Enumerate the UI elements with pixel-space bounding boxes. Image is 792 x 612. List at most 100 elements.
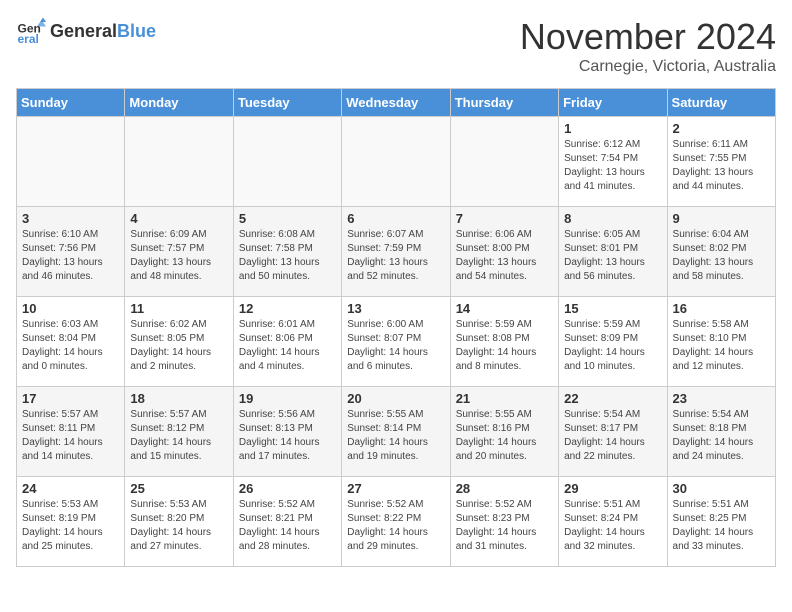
day-info: Sunrise: 6:03 AM Sunset: 8:04 PM Dayligh… — [22, 318, 119, 374]
day-info: Sunrise: 6:07 AM Sunset: 7:59 PM Dayligh… — [347, 228, 444, 284]
day-info: Sunrise: 5:57 AM Sunset: 8:11 PM Dayligh… — [22, 408, 119, 464]
day-number: 12 — [239, 301, 336, 316]
calendar-cell: 27 Sunrise: 5:52 AM Sunset: 8:22 PM Dayli… — [342, 477, 450, 567]
calendar-cell: 9 Sunrise: 6:04 AM Sunset: 8:02 PM Daylig… — [667, 207, 775, 297]
day-number: 29 — [564, 481, 661, 496]
day-info: Sunrise: 5:59 AM Sunset: 8:09 PM Dayligh… — [564, 318, 661, 374]
calendar-cell: 14 Sunrise: 5:59 AM Sunset: 8:08 PM Dayli… — [450, 297, 558, 387]
day-number: 8 — [564, 211, 661, 226]
calendar-cell: 10 Sunrise: 6:03 AM Sunset: 8:04 PM Dayli… — [17, 297, 125, 387]
day-info: Sunrise: 6:11 AM Sunset: 7:55 PM Dayligh… — [673, 138, 770, 194]
day-number: 27 — [347, 481, 444, 496]
day-info: Sunrise: 5:52 AM Sunset: 8:22 PM Dayligh… — [347, 498, 444, 554]
day-number: 2 — [673, 121, 770, 136]
day-info: Sunrise: 5:51 AM Sunset: 8:25 PM Dayligh… — [673, 498, 770, 554]
day-info: Sunrise: 5:53 AM Sunset: 8:20 PM Dayligh… — [130, 498, 227, 554]
day-header-monday: Monday — [125, 89, 233, 117]
day-number: 17 — [22, 391, 119, 406]
day-info: Sunrise: 6:05 AM Sunset: 8:01 PM Dayligh… — [564, 228, 661, 284]
day-number: 22 — [564, 391, 661, 406]
week-row-5: 24 Sunrise: 5:53 AM Sunset: 8:19 PM Dayli… — [17, 477, 776, 567]
title-area: November 2024 Carnegie, Victoria, Austra… — [520, 16, 776, 76]
day-number: 14 — [456, 301, 553, 316]
calendar-cell: 1Sunrise: 6:12 AM Sunset: 7:54 PM Daylig… — [559, 117, 667, 207]
day-info: Sunrise: 6:12 AM Sunset: 7:54 PM Dayligh… — [564, 138, 661, 194]
day-info: Sunrise: 6:00 AM Sunset: 8:07 PM Dayligh… — [347, 318, 444, 374]
logo: Gen eral GeneralBlue — [16, 16, 156, 46]
calendar-cell: 22 Sunrise: 5:54 AM Sunset: 8:17 PM Dayli… — [559, 387, 667, 477]
day-info: Sunrise: 6:04 AM Sunset: 8:02 PM Dayligh… — [673, 228, 770, 284]
calendar-cell: 2 Sunrise: 6:11 AM Sunset: 7:55 PM Daylig… — [667, 117, 775, 207]
day-number: 24 — [22, 481, 119, 496]
calendar-cell: 18 Sunrise: 5:57 AM Sunset: 8:12 PM Dayli… — [125, 387, 233, 477]
day-info: Sunrise: 5:54 AM Sunset: 8:17 PM Dayligh… — [564, 408, 661, 464]
day-info: Sunrise: 5:52 AM Sunset: 8:23 PM Dayligh… — [456, 498, 553, 554]
calendar-cell: 30 Sunrise: 5:51 AM Sunset: 8:25 PM Dayli… — [667, 477, 775, 567]
calendar-cell: 15 Sunrise: 5:59 AM Sunset: 8:09 PM Dayli… — [559, 297, 667, 387]
day-info: Sunrise: 5:52 AM Sunset: 8:21 PM Dayligh… — [239, 498, 336, 554]
day-info: Sunrise: 5:57 AM Sunset: 8:12 PM Dayligh… — [130, 408, 227, 464]
day-number: 19 — [239, 391, 336, 406]
calendar-cell — [233, 117, 341, 207]
day-info: Sunrise: 5:56 AM Sunset: 8:13 PM Dayligh… — [239, 408, 336, 464]
week-row-3: 10 Sunrise: 6:03 AM Sunset: 8:04 PM Dayli… — [17, 297, 776, 387]
logo-text-blue: Blue — [117, 21, 156, 41]
day-info: Sunrise: 5:53 AM Sunset: 8:19 PM Dayligh… — [22, 498, 119, 554]
day-info: Sunrise: 6:02 AM Sunset: 8:05 PM Dayligh… — [130, 318, 227, 374]
calendar-cell — [342, 117, 450, 207]
day-info: Sunrise: 5:55 AM Sunset: 8:14 PM Dayligh… — [347, 408, 444, 464]
day-header-sunday: Sunday — [17, 89, 125, 117]
calendar-cell: 4Sunrise: 6:09 AM Sunset: 7:57 PM Daylig… — [125, 207, 233, 297]
day-number: 20 — [347, 391, 444, 406]
day-header-tuesday: Tuesday — [233, 89, 341, 117]
day-info: Sunrise: 6:01 AM Sunset: 8:06 PM Dayligh… — [239, 318, 336, 374]
calendar-cell: 26Sunrise: 5:52 AM Sunset: 8:21 PM Dayli… — [233, 477, 341, 567]
calendar-cell: 17 Sunrise: 5:57 AM Sunset: 8:11 PM Dayli… — [17, 387, 125, 477]
location-title: Carnegie, Victoria, Australia — [520, 58, 776, 76]
calendar-cell: 23Sunrise: 5:54 AM Sunset: 8:18 PM Dayli… — [667, 387, 775, 477]
calendar-body: 1Sunrise: 6:12 AM Sunset: 7:54 PM Daylig… — [17, 117, 776, 567]
header: Gen eral GeneralBlue November 2024 Carne… — [16, 16, 776, 76]
day-header-saturday: Saturday — [667, 89, 775, 117]
day-number: 11 — [130, 301, 227, 316]
day-info: Sunrise: 5:54 AM Sunset: 8:18 PM Dayligh… — [673, 408, 770, 464]
calendar-cell: 5 Sunrise: 6:08 AM Sunset: 7:58 PM Daylig… — [233, 207, 341, 297]
day-number: 16 — [673, 301, 770, 316]
calendar-cell: 24 Sunrise: 5:53 AM Sunset: 8:19 PM Dayli… — [17, 477, 125, 567]
day-header-thursday: Thursday — [450, 89, 558, 117]
calendar-cell: 19 Sunrise: 5:56 AM Sunset: 8:13 PM Dayli… — [233, 387, 341, 477]
day-number: 10 — [22, 301, 119, 316]
calendar-cell: 7Sunrise: 6:06 AM Sunset: 8:00 PM Daylig… — [450, 207, 558, 297]
calendar-cell: 21Sunrise: 5:55 AM Sunset: 8:16 PM Dayli… — [450, 387, 558, 477]
day-info: Sunrise: 6:08 AM Sunset: 7:58 PM Dayligh… — [239, 228, 336, 284]
day-number: 18 — [130, 391, 227, 406]
day-info: Sunrise: 5:59 AM Sunset: 8:08 PM Dayligh… — [456, 318, 553, 374]
day-number: 5 — [239, 211, 336, 226]
day-number: 3 — [22, 211, 119, 226]
week-row-2: 3 Sunrise: 6:10 AM Sunset: 7:56 PM Daylig… — [17, 207, 776, 297]
day-number: 28 — [456, 481, 553, 496]
calendar-cell — [450, 117, 558, 207]
calendar-cell: 29 Sunrise: 5:51 AM Sunset: 8:24 PM Dayli… — [559, 477, 667, 567]
day-number: 13 — [347, 301, 444, 316]
day-info: Sunrise: 6:09 AM Sunset: 7:57 PM Dayligh… — [130, 228, 227, 284]
day-number: 15 — [564, 301, 661, 316]
day-number: 30 — [673, 481, 770, 496]
day-info: Sunrise: 5:58 AM Sunset: 8:10 PM Dayligh… — [673, 318, 770, 374]
logo-icon: Gen eral — [16, 16, 46, 46]
day-info: Sunrise: 6:10 AM Sunset: 7:56 PM Dayligh… — [22, 228, 119, 284]
day-header-friday: Friday — [559, 89, 667, 117]
calendar-cell: 8 Sunrise: 6:05 AM Sunset: 8:01 PM Daylig… — [559, 207, 667, 297]
calendar-cell: 11 Sunrise: 6:02 AM Sunset: 8:05 PM Dayli… — [125, 297, 233, 387]
day-info: Sunrise: 5:51 AM Sunset: 8:24 PM Dayligh… — [564, 498, 661, 554]
calendar-cell: 12 Sunrise: 6:01 AM Sunset: 8:06 PM Dayli… — [233, 297, 341, 387]
day-number: 9 — [673, 211, 770, 226]
logo-text-general: General — [50, 21, 117, 41]
calendar-header-row: SundayMondayTuesdayWednesdayThursdayFrid… — [17, 89, 776, 117]
day-number: 6 — [347, 211, 444, 226]
calendar-cell — [17, 117, 125, 207]
calendar-cell — [125, 117, 233, 207]
month-title: November 2024 — [520, 16, 776, 58]
calendar-cell: 16 Sunrise: 5:58 AM Sunset: 8:10 PM Dayli… — [667, 297, 775, 387]
svg-text:eral: eral — [18, 32, 39, 46]
